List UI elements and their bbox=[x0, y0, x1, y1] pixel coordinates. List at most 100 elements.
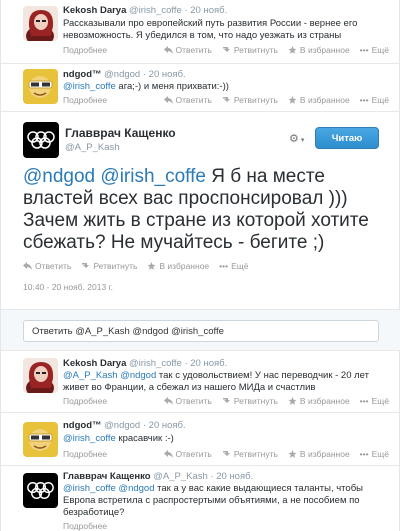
more-action[interactable]: ••• Ещё bbox=[360, 45, 389, 55]
favorite-label: В избранное bbox=[299, 396, 350, 406]
mention-link[interactable]: @irish_coffe bbox=[63, 433, 116, 444]
favorite-label: В избранное bbox=[299, 45, 350, 55]
avatar-main-small[interactable] bbox=[23, 473, 58, 508]
retweet-label: Ретвитнуть bbox=[93, 261, 138, 271]
favorite-action[interactable]: В избранное bbox=[288, 95, 350, 105]
tweet-time[interactable]: 20 нояб. bbox=[190, 5, 227, 16]
tweet-actions: Ответить Ретвитнуть В избранное ••• Ещё bbox=[163, 449, 389, 459]
reply-input[interactable]: Ответить @A_P_Kash @ndgod @irish_coffe bbox=[23, 320, 379, 342]
more-action[interactable]: ••• Ещё bbox=[360, 449, 389, 459]
star-icon bbox=[288, 397, 297, 405]
tweet-time[interactable]: 20 нояб. bbox=[190, 358, 227, 369]
reply-tweet-main-author[interactable]: Главврач Кащенко @A_P_Kash · 20 нояб. @i… bbox=[1, 466, 400, 531]
reply-icon bbox=[163, 96, 173, 104]
tweet-author-name[interactable]: Главврач Кащенко bbox=[63, 471, 151, 482]
retweet-action[interactable]: Ретвитнуть bbox=[222, 45, 278, 55]
tweet-details-link[interactable]: Подробнее bbox=[63, 45, 107, 55]
reply-box: Ответить @A_P_Kash @ndgod @irish_coffe bbox=[1, 309, 400, 351]
retweet-label: Ретвитнуть bbox=[233, 396, 278, 406]
tweet-details-link[interactable]: Подробнее bbox=[63, 95, 107, 105]
tweet-ndgod-1[interactable]: ndgod™ @ndgod · 20 нояб. @irish_coffe аг… bbox=[1, 64, 400, 112]
mention-link[interactable]: @ndgod bbox=[118, 483, 154, 494]
user-actions-gear[interactable]: ⚙ ▾ bbox=[289, 132, 304, 145]
main-tweet-text: @ndgod @irish_coffe Я б на месте властей… bbox=[23, 166, 387, 254]
favorite-action[interactable]: В избранное bbox=[288, 396, 350, 406]
favorite-label: В избранное bbox=[299, 449, 350, 459]
mention-link[interactable]: @irish_coffe bbox=[100, 166, 206, 187]
tweet-actions: Ответить Ретвитнуть В избранное ••• Ещё bbox=[163, 95, 389, 105]
mention-link[interactable]: @irish_coffe bbox=[63, 483, 116, 494]
avatar-kekosh-image bbox=[23, 6, 58, 41]
tweet-time[interactable]: 20 нояб. bbox=[149, 69, 186, 80]
avatar-ndgod[interactable] bbox=[23, 69, 58, 104]
reply-action[interactable]: Ответить bbox=[23, 261, 71, 271]
tweet-author-handle[interactable]: @irish_coffe bbox=[129, 358, 182, 369]
more-dots-icon: ••• bbox=[219, 261, 229, 271]
avatar-kekosh[interactable] bbox=[23, 6, 58, 41]
tweet-author-name[interactable]: ndgod™ bbox=[63, 69, 102, 80]
reply-label: Ответить bbox=[35, 261, 72, 271]
more-label: Ещё bbox=[371, 45, 389, 55]
reply-action[interactable]: Ответить bbox=[163, 396, 212, 406]
mention-link[interactable]: @A_P_Kash bbox=[63, 370, 118, 381]
following-label: Читаю bbox=[331, 132, 363, 144]
mention-link[interactable]: @ndgod bbox=[120, 370, 156, 381]
more-dots-icon: ••• bbox=[359, 95, 369, 105]
main-tweet-timestamp[interactable]: 10:40 - 20 нояб. 2013 г. bbox=[23, 282, 113, 292]
tweet-author-handle[interactable]: @ndgod bbox=[104, 69, 140, 80]
reply-label: Ответить bbox=[175, 95, 212, 105]
main-author-handle[interactable]: @A_P_Kash bbox=[65, 142, 120, 153]
more-dots-icon: ••• bbox=[359, 45, 369, 55]
mention-link[interactable]: @irish_coffe bbox=[63, 81, 116, 92]
main-author-name[interactable]: Главврач Кащенко bbox=[65, 126, 176, 140]
tweet-author-name[interactable]: ndgod™ bbox=[63, 420, 102, 431]
reply-tweet-kekosh[interactable]: Kekosh Darya @irish_coffe · 20 нояб. @A_… bbox=[1, 351, 400, 413]
retweet-label: Ретвитнуть bbox=[233, 449, 278, 459]
olympic-rings-avatar bbox=[23, 473, 58, 508]
tweet-time[interactable]: 20 нояб. bbox=[216, 471, 253, 482]
reply-icon bbox=[163, 46, 173, 54]
retweet-action[interactable]: Ретвитнуть bbox=[81, 261, 137, 271]
tweet-actions: Ответить Ретвитнуть В избранное ••• Ещё bbox=[163, 45, 389, 55]
more-action[interactable]: ••• Ещё bbox=[360, 396, 389, 406]
avatar-main[interactable] bbox=[23, 122, 59, 158]
tweet-details-link[interactable]: Подробнее bbox=[63, 396, 107, 406]
mention-link[interactable]: @ndgod bbox=[23, 166, 95, 187]
avatar-ndgod[interactable] bbox=[23, 422, 58, 457]
tweet-kekosh-1[interactable]: Kekosh Darya @irish_coffe · 20 нояб. Рас… bbox=[1, 0, 400, 64]
favorite-label: В избранное bbox=[299, 95, 350, 105]
reply-label: Ответить bbox=[175, 449, 212, 459]
favorite-action[interactable]: В избранное bbox=[147, 261, 209, 271]
more-action[interactable]: ••• Ещё bbox=[360, 95, 389, 105]
avatar-kekosh[interactable] bbox=[23, 358, 58, 393]
reply-tweet-ndgod[interactable]: ndgod™ @ndgod · 20 нояб. @irish_coffe кр… bbox=[1, 413, 400, 466]
reply-action[interactable]: Ответить bbox=[163, 45, 212, 55]
star-icon bbox=[147, 262, 156, 270]
retweet-action[interactable]: Ретвитнуть bbox=[222, 396, 278, 406]
tweet-text: Рассказывали про европейский путь развит… bbox=[63, 18, 358, 41]
conversation-panel: Kekosh Darya @irish_coffe · 20 нояб. Рас… bbox=[0, 0, 400, 531]
tweet-author-handle[interactable]: @ndgod bbox=[104, 420, 140, 431]
tweet-details-link[interactable]: Подробнее bbox=[63, 449, 107, 459]
favorite-action[interactable]: В избранное bbox=[288, 45, 350, 55]
reply-label: Ответить bbox=[175, 45, 212, 55]
tweet-details-link[interactable]: Подробнее bbox=[63, 521, 107, 531]
more-action[interactable]: ••• Ещё bbox=[219, 261, 248, 271]
reply-icon bbox=[23, 262, 32, 270]
tweet-author-handle[interactable]: @A_P_Kash bbox=[153, 471, 208, 482]
reply-action[interactable]: Ответить bbox=[163, 95, 212, 105]
retweet-label: Ретвитнуть bbox=[233, 45, 278, 55]
tweet-author-name[interactable]: Kekosh Darya bbox=[63, 358, 126, 369]
favorite-action[interactable]: В избранное bbox=[288, 449, 350, 459]
reply-action[interactable]: Ответить bbox=[163, 449, 212, 459]
more-label: Ещё bbox=[371, 449, 389, 459]
more-dots-icon: ••• bbox=[359, 396, 369, 406]
retweet-action[interactable]: Ретвитнуть bbox=[222, 95, 278, 105]
following-button[interactable]: Читаю bbox=[315, 127, 379, 149]
tweet-text: @irish_coffe ага;-) и меня прихвати:-)) bbox=[63, 81, 389, 93]
tweet-author-handle[interactable]: @irish_coffe bbox=[129, 5, 182, 16]
tweet-time[interactable]: 20 нояб. bbox=[149, 420, 186, 431]
retweet-action[interactable]: Ретвитнуть bbox=[222, 449, 278, 459]
tweet-author-name[interactable]: Kekosh Darya bbox=[63, 5, 126, 16]
more-label: Ещё bbox=[231, 261, 249, 271]
